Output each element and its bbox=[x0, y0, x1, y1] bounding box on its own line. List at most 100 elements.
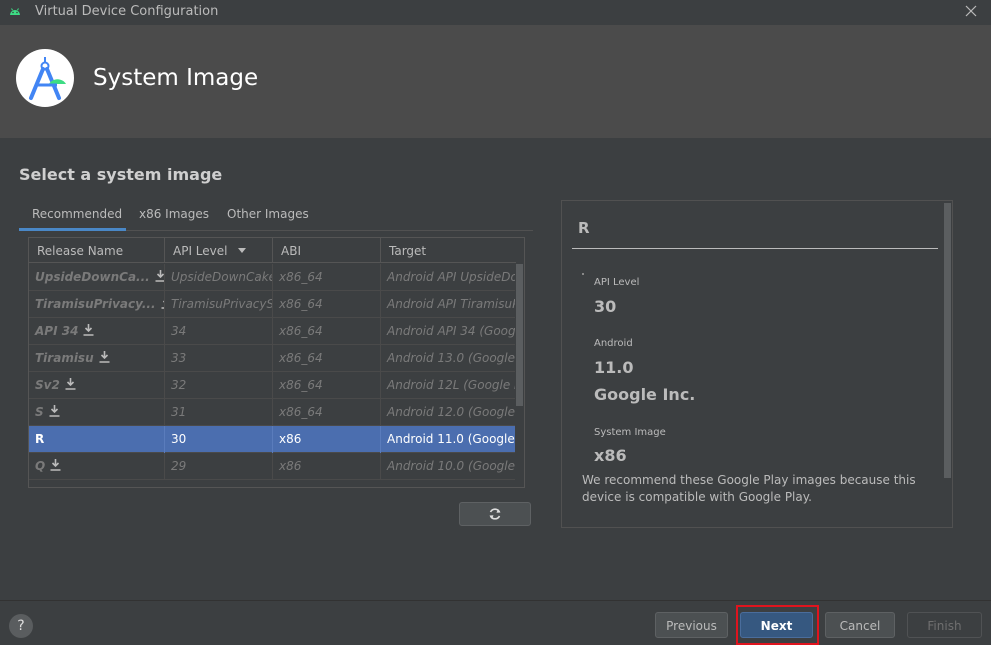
cell-abi: x86 bbox=[273, 453, 381, 480]
cell-release-name: TiramisuPrivacy... bbox=[29, 291, 165, 318]
cell-text: x86_64 bbox=[279, 405, 323, 419]
download-icon[interactable] bbox=[65, 378, 76, 390]
cell-api-level: 33 bbox=[165, 345, 273, 372]
cell-text: Android 10.0 (Google P bbox=[387, 459, 516, 473]
cell-text: x86_64 bbox=[279, 378, 323, 392]
refresh-button[interactable] bbox=[459, 502, 531, 526]
cell-text: API 34 bbox=[35, 324, 79, 338]
section-title: Select a system image bbox=[19, 165, 223, 184]
cell-text: 30 bbox=[171, 432, 187, 446]
table-scrollbar[interactable] bbox=[515, 264, 524, 487]
finish-button: Finish bbox=[907, 612, 982, 638]
cell-text: Android 13.0 (Google P bbox=[387, 351, 516, 365]
table-row[interactable]: UpsideDownCa... UpsideDownCakeP x86_64 Andr… bbox=[29, 264, 516, 291]
cell-text: 29 bbox=[171, 459, 187, 473]
column-header-abi[interactable]: ABI bbox=[273, 238, 381, 263]
cell-text: 32 bbox=[171, 378, 187, 392]
cell-text: Android 11.0 (Google P bbox=[387, 432, 516, 446]
table-row[interactable]: Tiramisu 33 x86_64 Android 13.0 (Google P bbox=[29, 345, 516, 372]
footer-divider bbox=[0, 600, 991, 601]
table-row[interactable]: R 30 x86 Android 11.0 (Google P bbox=[29, 426, 516, 453]
table-row[interactable]: API 34 34 x86_64 Android API 34 (Google bbox=[29, 318, 516, 345]
cell-target: Android 13.0 (Google P bbox=[381, 345, 516, 372]
close-icon[interactable] bbox=[962, 2, 980, 20]
cell-text: x86_64 bbox=[279, 324, 323, 338]
cell-text: x86_64 bbox=[279, 270, 323, 284]
column-header-api-level-label: API Level bbox=[173, 244, 228, 258]
system-image-table: Release Name API Level ABI Target Upside… bbox=[28, 237, 525, 488]
title-bar: Virtual Device Configuration bbox=[0, 0, 991, 25]
cell-text: x86_64 bbox=[279, 297, 323, 311]
download-icon[interactable] bbox=[155, 270, 165, 282]
cell-target: Android API 34 (Google bbox=[381, 318, 516, 345]
cell-release-name: Sv2 bbox=[29, 372, 165, 399]
cell-abi: x86 bbox=[273, 426, 381, 453]
wizard-header: System Image bbox=[0, 25, 991, 138]
column-header-release-name[interactable]: Release Name bbox=[29, 238, 165, 263]
cell-abi: x86_64 bbox=[273, 345, 381, 372]
table-row[interactable]: S 31 x86_64 Android 12.0 (Google P bbox=[29, 399, 516, 426]
android-version-value: 11.0 bbox=[594, 358, 634, 377]
android-icon bbox=[10, 8, 20, 15]
window-title: Virtual Device Configuration bbox=[35, 4, 219, 19]
cell-api-level: 30 bbox=[165, 426, 273, 453]
previous-button[interactable]: Previous bbox=[655, 612, 728, 638]
cell-target: Android API UpsideDow bbox=[381, 264, 516, 291]
table-row[interactable]: TiramisuPrivacy... TiramisuPrivacySar x86_… bbox=[29, 291, 516, 318]
cell-text: R bbox=[35, 432, 45, 446]
cell-text: x86_64 bbox=[279, 351, 323, 365]
cell-text: x86 bbox=[279, 432, 302, 446]
cancel-button[interactable]: Cancel bbox=[825, 612, 895, 638]
cell-text: Q bbox=[35, 459, 46, 473]
table-row[interactable]: Q 29 x86 Android 10.0 (Google P bbox=[29, 453, 516, 480]
cell-release-name: UpsideDownCa... bbox=[29, 264, 165, 291]
system-image-label: System Image bbox=[594, 427, 666, 438]
cell-text: Android 12.0 (Google P bbox=[387, 405, 516, 419]
sort-descending-icon bbox=[238, 248, 247, 253]
cell-text: x86 bbox=[279, 459, 302, 473]
cell-abi: x86_64 bbox=[273, 291, 381, 318]
cell-target: Android 11.0 (Google P bbox=[381, 426, 516, 453]
details-scrollbar[interactable] bbox=[944, 203, 951, 478]
cell-api-level: 29 bbox=[165, 453, 273, 480]
cell-release-name: R bbox=[29, 426, 165, 453]
cell-text: UpsideDownCa... bbox=[35, 270, 150, 284]
cell-target: Android 10.0 (Google P bbox=[381, 453, 516, 480]
details-release-name: R bbox=[578, 219, 590, 237]
cell-release-name: Q bbox=[29, 453, 165, 480]
table-row[interactable]: Sv2 32 x86_64 Android 12L (Google Pl bbox=[29, 372, 516, 399]
column-header-api-level[interactable]: API Level bbox=[165, 238, 273, 263]
cell-target: Android 12.0 (Google P bbox=[381, 399, 516, 426]
download-icon[interactable] bbox=[50, 459, 61, 471]
cell-abi: x86_64 bbox=[273, 318, 381, 345]
cell-api-level: 34 bbox=[165, 318, 273, 345]
android-label: Android bbox=[594, 338, 633, 349]
details-bullet bbox=[582, 273, 584, 275]
help-button[interactable]: ? bbox=[9, 614, 33, 638]
cell-text: TiramisuPrivacySar bbox=[171, 297, 272, 311]
table-header: Release Name API Level ABI Target bbox=[29, 238, 516, 263]
cell-text: TiramisuPrivacy... bbox=[35, 297, 156, 311]
refresh-icon bbox=[489, 508, 501, 520]
tab-other-images[interactable]: Other Images bbox=[227, 207, 309, 231]
next-button[interactable]: Next bbox=[740, 612, 813, 638]
vendor-value: Google Inc. bbox=[594, 385, 696, 404]
tab-x86-images[interactable]: x86 Images bbox=[139, 207, 209, 231]
cell-api-level: UpsideDownCakeP bbox=[165, 264, 273, 291]
details-panel: R API Level 30 Android 11.0 Google Inc. … bbox=[561, 200, 953, 528]
cell-text: S bbox=[35, 405, 44, 419]
cell-text: Tiramisu bbox=[35, 351, 94, 365]
cell-release-name: Tiramisu bbox=[29, 345, 165, 372]
android-studio-logo bbox=[16, 49, 74, 107]
cell-text: Sv2 bbox=[35, 378, 60, 392]
cell-api-level: TiramisuPrivacySar bbox=[165, 291, 273, 318]
cell-text: 33 bbox=[171, 351, 187, 365]
cell-api-level: 31 bbox=[165, 399, 273, 426]
system-image-value: x86 bbox=[594, 446, 627, 465]
download-icon[interactable] bbox=[83, 324, 94, 336]
cell-text: Android API 34 (Google bbox=[387, 324, 516, 338]
table-scrollbar-thumb[interactable] bbox=[516, 264, 523, 406]
download-icon[interactable] bbox=[99, 351, 110, 363]
column-header-target[interactable]: Target bbox=[381, 238, 516, 263]
download-icon[interactable] bbox=[49, 405, 60, 417]
